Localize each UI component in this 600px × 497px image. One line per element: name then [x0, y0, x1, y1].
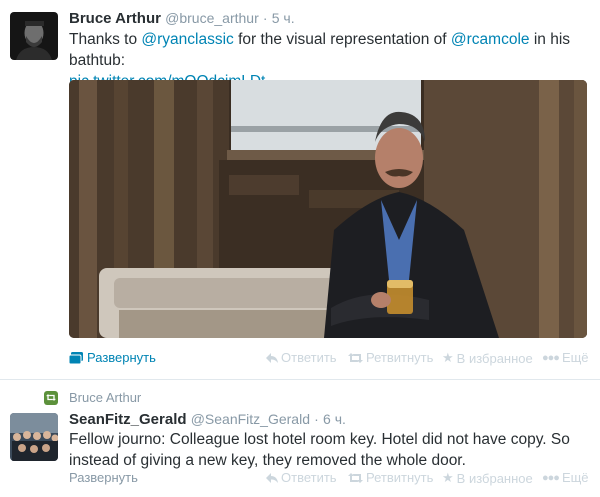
favorite-button[interactable]: ★ В избранное: [442, 350, 533, 366]
star-icon: ★: [442, 470, 454, 485]
tweet-header: SeanFitz_Gerald @SeanFitz_Gerald · 6 ч.: [69, 410, 346, 429]
more-label: Ещё: [561, 350, 589, 365]
author-username[interactable]: @SeanFitz_Gerald: [191, 411, 310, 427]
separator-dot: ·: [314, 411, 319, 427]
author-username[interactable]: @bruce_arthur: [165, 10, 259, 26]
retweeted-by[interactable]: Bruce Arthur: [69, 390, 141, 405]
expand-button[interactable]: Развернуть: [69, 470, 138, 485]
retweet-badge-icon: [44, 390, 58, 405]
separator-dot: ·: [262, 10, 268, 26]
tweet-text: Fellow journo: Colleague lost hotel room…: [69, 431, 570, 469]
expand-label: Развернуть: [69, 470, 138, 485]
text-segment: Thanks to: [69, 31, 142, 48]
reply-label: Ответить: [281, 470, 337, 485]
text-segment: for the visual representation of: [233, 31, 451, 48]
retweet-arrows-icon: [348, 352, 363, 363]
expand-button[interactable]: Развернуть: [69, 350, 156, 365]
retweet-button[interactable]: Ретвитнуть: [348, 350, 433, 365]
timestamp[interactable]: 5 ч.: [272, 10, 295, 26]
star-icon: ★: [442, 350, 454, 365]
timestamp[interactable]: 6 ч.: [323, 411, 346, 427]
reply-button[interactable]: Ответить: [266, 470, 337, 485]
retweet-context: Bruce Arthur: [44, 390, 141, 405]
retweet-button[interactable]: Ретвитнуть: [348, 470, 433, 485]
author-fullname[interactable]: SeanFitz_Gerald: [69, 411, 187, 428]
tweet-actions: Развернуть Ответить Ретвитнуть ★ В избра…: [69, 470, 594, 490]
tweet-header: Bruce Arthur @bruce_arthur · 5 ч.: [69, 9, 295, 28]
tweet: Bruce Arthur @bruce_arthur · 5 ч. Thanks…: [0, 0, 600, 380]
mention-link[interactable]: @ryanclassic: [141, 31, 233, 48]
avatar-seanfitz-gerald[interactable]: [10, 413, 58, 461]
three-dots-icon: ●●●: [542, 351, 560, 364]
tweet: Bruce Arthur SeanFitz_Gerald @SeanFitz_G…: [0, 380, 600, 497]
reply-arrow-icon: [266, 472, 278, 483]
author-fullname[interactable]: Bruce Arthur: [69, 10, 161, 27]
reply-arrow-icon: [266, 352, 278, 363]
favorite-label: В избранное: [456, 470, 533, 486]
reply-button[interactable]: Ответить: [266, 350, 337, 365]
retweet-label: Ретвитнуть: [366, 350, 434, 365]
tweet-photo[interactable]: [69, 80, 587, 338]
favorite-label: В избранное: [456, 350, 533, 366]
reply-label: Ответить: [281, 350, 337, 365]
tweet-actions: Развернуть Ответить Ретвитнуть ★ В избра…: [69, 350, 594, 370]
more-button[interactable]: ●●● Ещё: [542, 470, 589, 485]
expand-label: Развернуть: [87, 350, 156, 365]
more-label: Ещё: [561, 470, 589, 485]
retweet-arrows-icon: [348, 472, 363, 483]
avatar-bruce-arthur[interactable]: [10, 12, 58, 60]
more-button[interactable]: ●●● Ещё: [542, 350, 589, 365]
three-dots-icon: ●●●: [542, 471, 560, 484]
media-card-icon: [69, 351, 83, 364]
favorite-button[interactable]: ★ В избранное: [442, 470, 533, 486]
retweet-label: Ретвитнуть: [366, 470, 434, 485]
mention-link[interactable]: @rcamcole: [451, 31, 530, 48]
